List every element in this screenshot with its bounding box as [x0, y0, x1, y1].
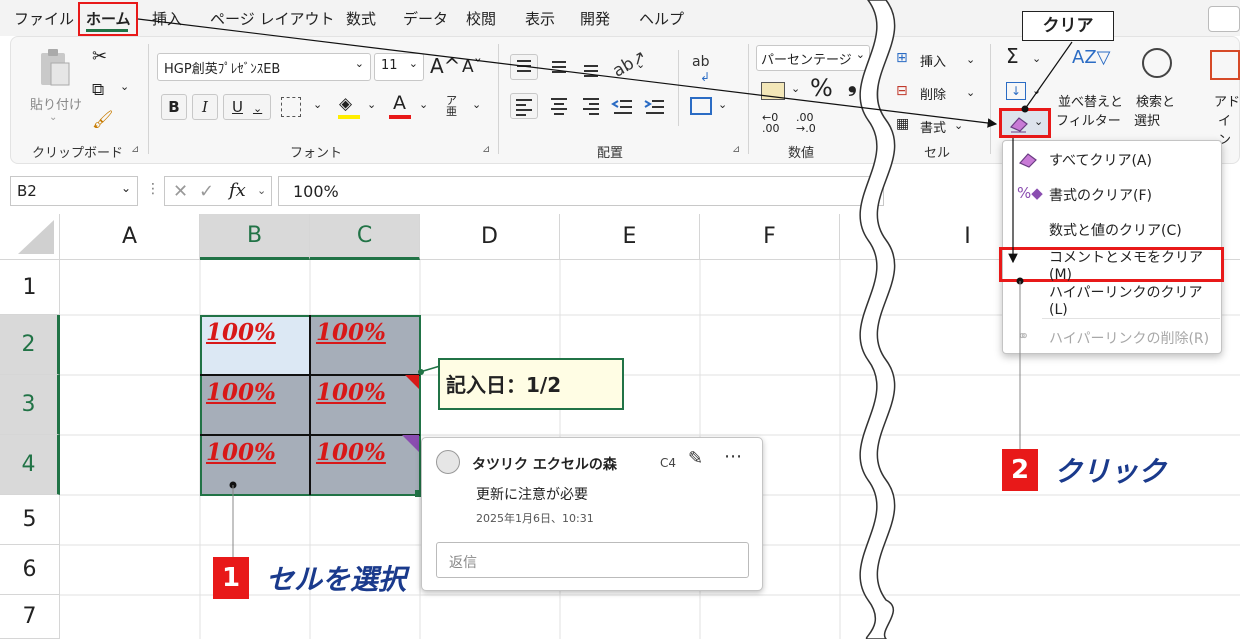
step-2-badge: 2	[1002, 449, 1038, 491]
annotation-overlay	[137, 18, 1073, 560]
step-2-label: クリック	[1054, 455, 1167, 488]
step-1-label: セルを選択	[266, 563, 407, 596]
step-1-badge: 1	[213, 557, 249, 599]
